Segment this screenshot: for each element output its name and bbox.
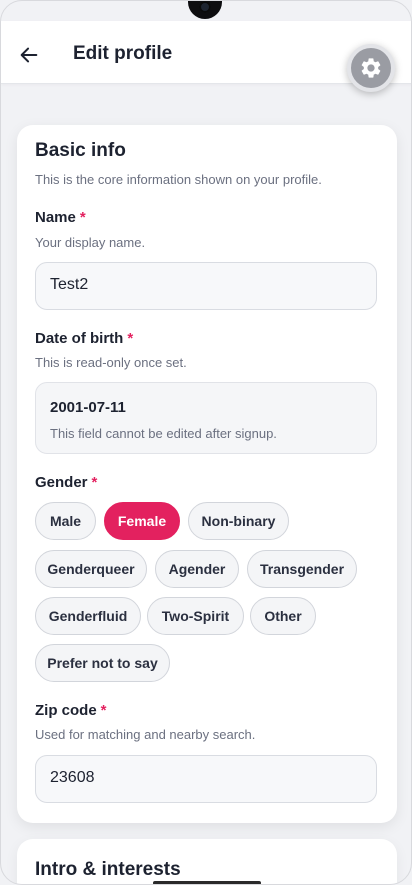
dob-note: This field cannot be edited after signup… — [50, 426, 277, 441]
zip-field[interactable] — [35, 755, 377, 803]
page-title: Edit profile — [73, 43, 173, 64]
dob-readonly-box: 2001-07-11 This field cannot be edited a… — [35, 382, 377, 454]
dob-label-text: Date of birth — [35, 330, 124, 347]
gender-chip-transgender[interactable]: Transgender — [247, 550, 357, 588]
required-mark: * — [91, 474, 98, 491]
required-mark: * — [79, 209, 86, 226]
settings-button[interactable] — [347, 44, 395, 92]
name-label: Name * — [35, 209, 86, 226]
gender-chip-genderfluid[interactable]: Genderfluid — [35, 597, 141, 635]
name-field[interactable] — [35, 262, 377, 310]
gender-label-text: Gender — [35, 474, 88, 491]
zip-input[interactable] — [50, 769, 360, 787]
phone-screen: Edit profile Basic info This is the core… — [0, 0, 412, 885]
intro-interests-card: Intro & interests — [17, 839, 397, 884]
zip-label: Zip code * — [35, 702, 107, 719]
required-mark: * — [127, 330, 134, 347]
gear-icon — [361, 58, 381, 78]
gender-chip-genderqueer[interactable]: Genderqueer — [35, 550, 147, 588]
gender-chip-non-binary[interactable]: Non-binary — [188, 502, 289, 540]
gender-label: Gender * — [35, 474, 97, 491]
section-title: Basic info — [35, 140, 126, 161]
arrow-left-icon — [20, 47, 38, 63]
zip-label-text: Zip code — [35, 702, 97, 719]
basic-info-card: Basic info This is the core information … — [17, 125, 397, 823]
dob-value: 2001-07-11 — [50, 399, 126, 416]
name-input[interactable] — [50, 276, 360, 294]
intro-interests-title: Intro & interests — [35, 859, 181, 880]
gender-chip-male[interactable]: Male — [35, 502, 96, 540]
zip-help: Used for matching and nearby search. — [35, 727, 256, 742]
dob-label: Date of birth * — [35, 330, 133, 347]
gender-chip-other[interactable]: Other — [250, 597, 316, 635]
name-help: Your display name. — [35, 235, 146, 250]
gender-chip-prefer-not-to-say[interactable]: Prefer not to say — [35, 644, 170, 682]
gender-chip-female[interactable]: Female — [104, 502, 180, 540]
name-label-text: Name — [35, 209, 76, 226]
home-indicator — [153, 881, 261, 884]
back-button[interactable] — [15, 41, 43, 69]
required-mark: * — [100, 702, 107, 719]
dob-help: This is read-only once set. — [35, 355, 187, 370]
gender-chip-two-spirit[interactable]: Two-Spirit — [147, 597, 244, 635]
camera-cutout — [188, 1, 222, 19]
gender-chip-agender[interactable]: Agender — [155, 550, 239, 588]
section-subtitle: This is the core information shown on yo… — [35, 172, 322, 187]
